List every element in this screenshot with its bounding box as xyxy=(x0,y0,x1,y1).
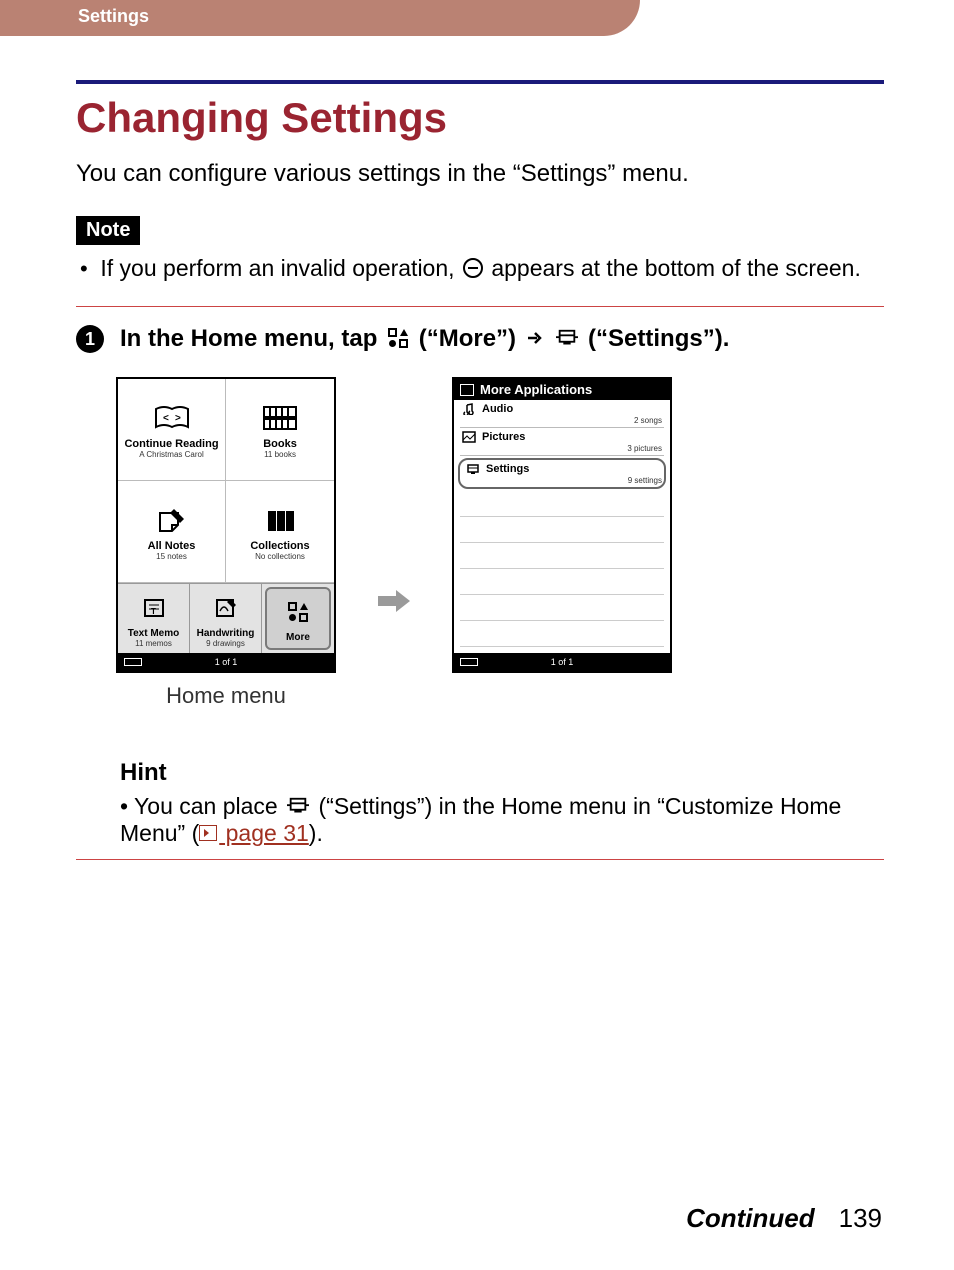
collections-icon xyxy=(262,502,298,538)
cell-sub: No collections xyxy=(255,552,305,561)
svg-text:T: T xyxy=(151,607,156,616)
list-row-settings: Settings 9 settings xyxy=(458,458,666,489)
home-cell-continue-reading: <> Continue Reading A Christmas Carol xyxy=(118,379,226,481)
step-more-label: (“More”) xyxy=(419,325,523,352)
home-status-text: 1 of 1 xyxy=(215,657,238,667)
note-block: Note • If you perform an invalid operati… xyxy=(76,216,884,282)
step-1: 1 In the Home menu, tap (“More”) (“Setti… xyxy=(76,325,884,353)
hint-title: Hint xyxy=(120,759,884,787)
note-badge: Note xyxy=(76,216,140,245)
page-content: Changing Settings You can configure vari… xyxy=(76,80,884,860)
invalid-operation-icon xyxy=(463,258,483,278)
header-section: Settings xyxy=(0,0,640,36)
bullet-icon: • xyxy=(120,793,128,819)
empty-row xyxy=(460,569,664,595)
step-number-badge: 1 xyxy=(76,325,104,353)
empty-row xyxy=(460,517,664,543)
list-status-text: 1 of 1 xyxy=(551,657,574,667)
cell-title: Books xyxy=(263,438,297,450)
list-row-audio: Audio 2 songs xyxy=(460,400,664,428)
more-icon xyxy=(286,594,310,630)
home-cell-collections: Collections No collections xyxy=(226,481,334,583)
arrow-right-icon xyxy=(526,329,544,347)
home-menu-figure: <> Continue Reading A Christmas Carol Bo… xyxy=(116,377,336,709)
list-header-title: More Applications xyxy=(480,382,592,397)
settings-icon xyxy=(466,463,480,475)
empty-row xyxy=(460,595,664,621)
cell-sub: 15 notes xyxy=(156,552,187,561)
svg-text:<: < xyxy=(163,413,169,424)
home-bottom-text-memo: T Text Memo 11 memos xyxy=(118,584,190,653)
top-rule xyxy=(76,80,884,84)
page-title: Changing Settings xyxy=(76,94,884,142)
page-footer: Continued 139 xyxy=(686,1203,882,1234)
step-settings-label: (“Settings”). xyxy=(588,325,729,352)
intro-text: You can configure various settings in th… xyxy=(76,160,884,188)
more-icon xyxy=(387,327,409,349)
settings-icon xyxy=(287,796,309,816)
cell-title: Collections xyxy=(250,540,309,552)
home-bottom-handwriting: Handwriting 9 drawings xyxy=(190,584,262,653)
svg-text:>: > xyxy=(175,413,181,424)
continued-label: Continued xyxy=(686,1203,815,1234)
page-link-icon[interactable] xyxy=(199,825,217,841)
list-row-pictures: Pictures 3 pictures xyxy=(460,428,664,456)
audio-icon xyxy=(462,403,476,415)
step-text: In the Home menu, tap (“More”) (“Setting… xyxy=(120,325,729,353)
list-row-count: 9 settings xyxy=(628,476,662,485)
section-divider xyxy=(76,306,884,307)
cell-title: Handwriting xyxy=(197,628,255,639)
header-section-label: Settings xyxy=(78,6,149,26)
page-number: 139 xyxy=(839,1203,882,1234)
text-memo-icon: T xyxy=(142,590,166,626)
empty-row xyxy=(460,491,664,517)
bullet-icon: • xyxy=(80,256,94,282)
cell-sub: A Christmas Carol xyxy=(139,450,203,459)
list-row-name: Settings xyxy=(486,463,529,475)
note-body: • If you perform an invalid operation, a… xyxy=(80,255,884,282)
list-header: More Applications xyxy=(454,379,670,400)
hint-text-after: ). xyxy=(309,820,323,846)
notes-icon xyxy=(154,502,190,538)
end-divider xyxy=(76,859,884,860)
handwriting-icon xyxy=(214,590,238,626)
hint-body: • You can place (“Settings”) in the Home… xyxy=(120,793,884,847)
page-link[interactable]: page 31 xyxy=(219,820,309,846)
list-row-count: 3 pictures xyxy=(627,444,662,453)
back-icon xyxy=(460,384,474,396)
cell-title: Text Memo xyxy=(128,628,180,639)
pictures-icon xyxy=(462,431,476,443)
more-applications-screenshot: More Applications Audio 2 songs Pictures… xyxy=(452,377,672,673)
home-caption: Home menu xyxy=(166,683,286,709)
hint-text-before: You can place xyxy=(134,793,284,819)
battery-icon xyxy=(124,658,142,666)
cell-sub: 11 memos xyxy=(135,639,172,648)
list-statusbar: 1 of 1 xyxy=(454,653,670,671)
figures-row: <> Continue Reading A Christmas Carol Bo… xyxy=(116,377,884,709)
cell-sub: 11 books xyxy=(264,450,296,459)
home-cell-books: Books 11 books xyxy=(226,379,334,481)
cell-title: All Notes xyxy=(148,540,196,552)
empty-row xyxy=(460,543,664,569)
empty-row xyxy=(460,621,664,647)
cell-title: Continue Reading xyxy=(124,438,218,450)
book-open-icon: <> xyxy=(152,400,192,436)
home-cell-all-notes: All Notes 15 notes xyxy=(118,481,226,583)
list-row-name: Audio xyxy=(482,403,513,415)
big-arrow-icon xyxy=(376,586,412,621)
cell-sub: 9 drawings xyxy=(206,639,245,648)
home-bottom-more: More xyxy=(265,587,331,650)
home-menu-screenshot: <> Continue Reading A Christmas Carol Bo… xyxy=(116,377,336,673)
home-statusbar: 1 of 1 xyxy=(118,653,334,671)
settings-icon xyxy=(556,328,578,348)
note-text-after: appears at the bottom of the screen. xyxy=(491,255,861,281)
battery-icon xyxy=(460,658,478,666)
list-row-name: Pictures xyxy=(482,431,525,443)
list-row-count: 2 songs xyxy=(634,416,662,425)
note-text-before: If you perform an invalid operation, xyxy=(100,255,461,281)
bookshelf-icon xyxy=(262,400,298,436)
cell-title: More xyxy=(286,632,310,643)
step-part1: In the Home menu, tap xyxy=(120,325,384,352)
more-applications-figure: More Applications Audio 2 songs Pictures… xyxy=(452,377,672,673)
